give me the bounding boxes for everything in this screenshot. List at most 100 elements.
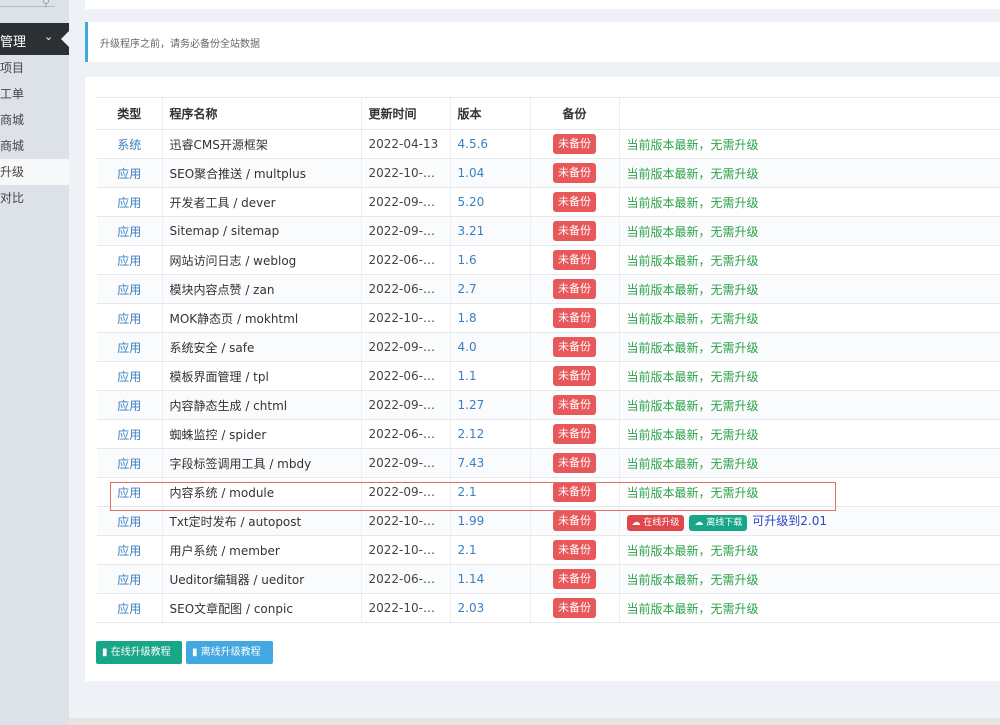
cell-backup: 未备份 [530,216,620,246]
cell-status: 当前版本最新，无需升级 [619,593,1000,623]
cell-type[interactable]: 应用 [97,158,163,188]
status-text: 当前版本最新，无需升级 [626,282,759,297]
cell-type[interactable]: 应用 [97,274,163,304]
sidebar-item-label: 商城 [0,139,25,153]
offline-tutorial-label: 离线升级教程 [200,647,261,658]
cell-backup: 未备份 [530,303,620,333]
cell-time: 2022-09-22 ... [361,216,451,246]
upgrade-table: 类型 程序名称 更新时间 版本 备份 系统 迅睿CMS开源框架 2022-04-13… [97,97,1000,623]
backup-badge[interactable]: 未备份 [553,453,596,473]
cell-version[interactable]: 2.03 [450,593,531,623]
backup-badge[interactable]: 未备份 [553,366,596,386]
cell-version[interactable]: 1.27 [450,390,531,420]
table-row: 应用 SEO文章配图 / conpic 2022-10-10 ... 2.03 未备份 当… [97,593,1000,623]
table-header-row: 类型 程序名称 更新时间 版本 备份 [97,97,1000,130]
backup-badge[interactable]: 未备份 [553,511,596,531]
cell-type[interactable]: 应用 [97,245,163,275]
cell-backup: 未备份 [530,535,620,565]
cell-name: SEO文章配图 / conpic [162,593,362,623]
cell-status: 当前版本最新，无需升级 [619,564,1000,594]
cell-type[interactable]: 应用 [97,390,163,420]
cell-version[interactable]: 1.04 [450,158,531,188]
backup-badge[interactable]: 未备份 [553,308,596,328]
backup-badge[interactable]: 未备份 [553,279,596,299]
cell-type[interactable]: 应用 [97,419,163,449]
backup-badge[interactable]: 未备份 [553,250,596,270]
backup-badge[interactable]: 未备份 [553,163,596,183]
backup-badge[interactable]: 未备份 [553,569,596,589]
cell-status: 当前版本最新，无需升级 [619,187,1000,217]
table-row: 应用 模板界面管理 / tpl 2022-06-10 ... 1.1 未备份 当前版本最新… [97,361,1000,391]
backup-badge[interactable]: 未备份 [553,337,596,357]
sidebar-item-project[interactable]: 项目 [0,55,69,81]
cell-backup: 未备份 [530,332,620,362]
cell-type[interactable]: 应用 [97,448,163,478]
cell-version[interactable]: 7.43 [450,448,531,478]
cell-time: 2022-09-09 ... [361,390,451,420]
sidebar-item-compare[interactable]: 对比 [0,185,69,211]
cell-version[interactable]: 2.12 [450,419,531,449]
table-row: 应用 Sitemap / sitemap 2022-09-22 ... 3.21 未备份… [97,216,1000,246]
cell-status: 当前版本最新，无需升级 [619,419,1000,449]
sidebar-item-mall-2[interactable]: 商城 [0,133,69,159]
sidebar-item-ticket[interactable]: 工单 [0,81,69,107]
table-row: 应用 MOK静态页 / mokhtml 2022-10-17 ... 1.8 未备份 当前… [97,303,1000,333]
table-row: 应用 蜘蛛监控 / spider 2022-06-15 ... 2.12 未备份 当前版本… [97,419,1000,449]
cell-type[interactable]: 系统 [97,129,163,159]
cell-version[interactable]: 1.1 [450,361,531,391]
cell-version[interactable]: 2.1 [450,535,531,565]
sidebar-section-header[interactable]: 管理 ⌄ [0,23,69,55]
cell-status: 当前版本最新，无需升级 [619,448,1000,478]
cell-backup: 未备份 [530,158,620,188]
backup-badge[interactable]: 未备份 [553,134,596,154]
online-upgrade-label: 在线升级 [643,517,680,528]
cell-time: 2022-06-15 ... [361,245,451,275]
upgrade-available-link[interactable]: 可升级到2.01 [752,514,827,528]
backup-badge[interactable]: 未备份 [553,424,596,444]
cell-type[interactable]: 应用 [97,332,163,362]
cell-type[interactable]: 应用 [97,564,163,594]
cell-status: 当前版本最新，无需升级 [619,129,1000,159]
sidebar-section-label: 管理 [0,35,27,50]
cell-name: Sitemap / sitemap [162,216,362,246]
offline-download-button[interactable]: ☁ 离线下载 [689,514,748,531]
backup-badge[interactable]: 未备份 [553,395,596,415]
cell-version[interactable]: 5.20 [450,187,531,217]
sidebar-item-mall-1[interactable]: 商城 [0,107,69,133]
offline-upgrade-tutorial-button[interactable]: ▮ 离线升级教程 [186,641,273,664]
backup-badge[interactable]: 未备份 [553,221,596,241]
cell-version[interactable]: 1.14 [450,564,531,594]
cell-type[interactable]: 应用 [97,535,163,565]
cell-type[interactable]: 应用 [97,216,163,246]
cell-time: 2022-10-10 ... [361,593,451,623]
sidebar-item-upgrade[interactable]: 升级 [0,159,69,185]
online-upgrade-tutorial-button[interactable]: ▮ 在线升级教程 [96,641,182,664]
backup-badge[interactable]: 未备份 [553,598,596,618]
backup-badge[interactable]: 未备份 [553,540,596,560]
notice-text: 升级程序之前，请务必备份全站数据 [100,39,260,50]
cell-name: MOK静态页 / mokhtml [162,303,362,333]
cell-time: 2022-10-19 ... [361,158,451,188]
sidebar-item-label: 商城 [0,113,25,127]
search-icon[interactable]: ⚲ [42,0,50,9]
cell-backup: 未备份 [530,419,620,449]
cell-type[interactable]: 应用 [97,361,163,391]
status-text: 当前版本最新，无需升级 [626,543,759,558]
cell-time: 2022-09-12 ... [361,332,451,362]
cell-time: 2022-06-14 ... [361,564,451,594]
cell-version[interactable]: 2.7 [450,274,531,304]
backup-badge[interactable]: 未备份 [553,192,596,212]
cell-backup: 未备份 [530,187,620,217]
online-tutorial-label: 在线升级教程 [110,647,171,658]
cell-version[interactable]: 1.8 [450,303,531,333]
cell-version[interactable]: 4.0 [450,332,531,362]
cell-type[interactable]: 应用 [97,303,163,333]
cell-type[interactable]: 应用 [97,187,163,217]
cell-version[interactable]: 4.5.6 [450,129,531,159]
cell-version[interactable]: 3.21 [450,216,531,246]
online-upgrade-button[interactable]: ☁ 在线升级 [626,514,685,531]
table-row: 系统 迅睿CMS开源框架 2022-04-13 4.5.6 未备份 当前版本最新，无需升级 [97,129,1000,159]
cell-type[interactable]: 应用 [97,593,163,623]
cell-name: SEO聚合推送 / multplus [162,158,362,188]
cell-version[interactable]: 1.6 [450,245,531,275]
